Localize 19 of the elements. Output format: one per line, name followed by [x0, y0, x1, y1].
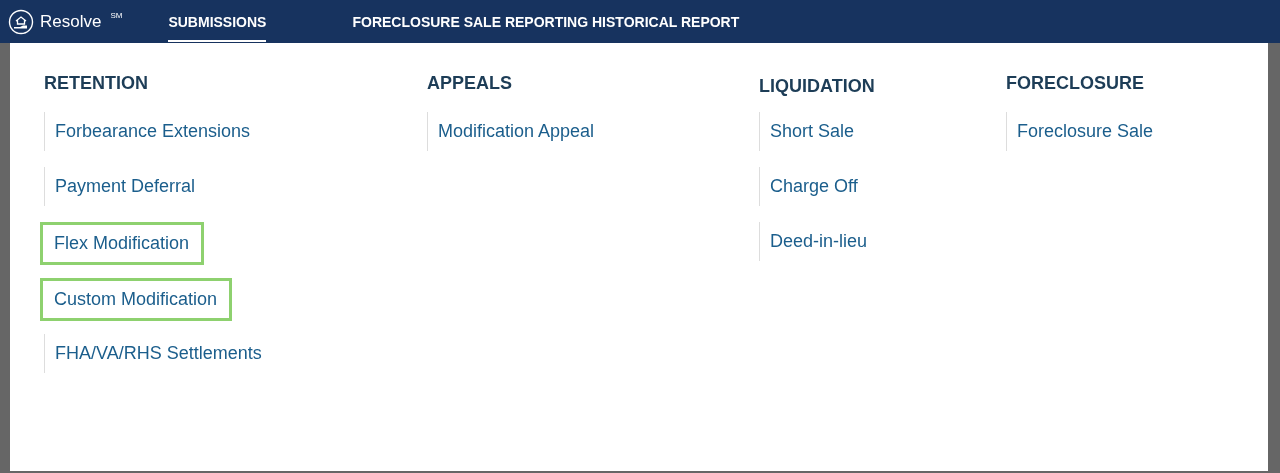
nav-tab[interactable]: FORECLOSURE SALE REPORTING HISTORICAL REPORT	[352, 1, 740, 42]
category-heading: FORECLOSURE	[1006, 73, 1144, 94]
menu-link[interactable]: Modification Appeal	[427, 112, 609, 151]
nav-tab[interactable]: SUBMISSIONS	[168, 1, 267, 42]
category-heading: APPEALS	[427, 73, 513, 94]
menu-link[interactable]: Custom Modification	[40, 278, 233, 321]
menu-link[interactable]: Flex Modification	[40, 222, 205, 265]
menu-link[interactable]: Payment Deferral	[44, 167, 210, 206]
brand-name: Resolve	[40, 11, 102, 32]
menu-link[interactable]: Deed-in-lieu	[759, 222, 882, 261]
category-heading: LIQUIDATION	[759, 76, 875, 97]
menu-link[interactable]: Charge Off	[759, 167, 872, 206]
service-mark: SM	[110, 11, 123, 20]
menu-link[interactable]: Foreclosure Sale	[1006, 112, 1168, 151]
menu-link[interactable]: Short Sale	[759, 112, 869, 151]
menu-link[interactable]: Forbearance Extensions	[44, 112, 265, 151]
house-hand-icon	[8, 8, 34, 35]
menu-link[interactable]: FHA/VA/RHS Settlements	[44, 334, 276, 373]
category-heading: RETENTION	[44, 73, 148, 94]
